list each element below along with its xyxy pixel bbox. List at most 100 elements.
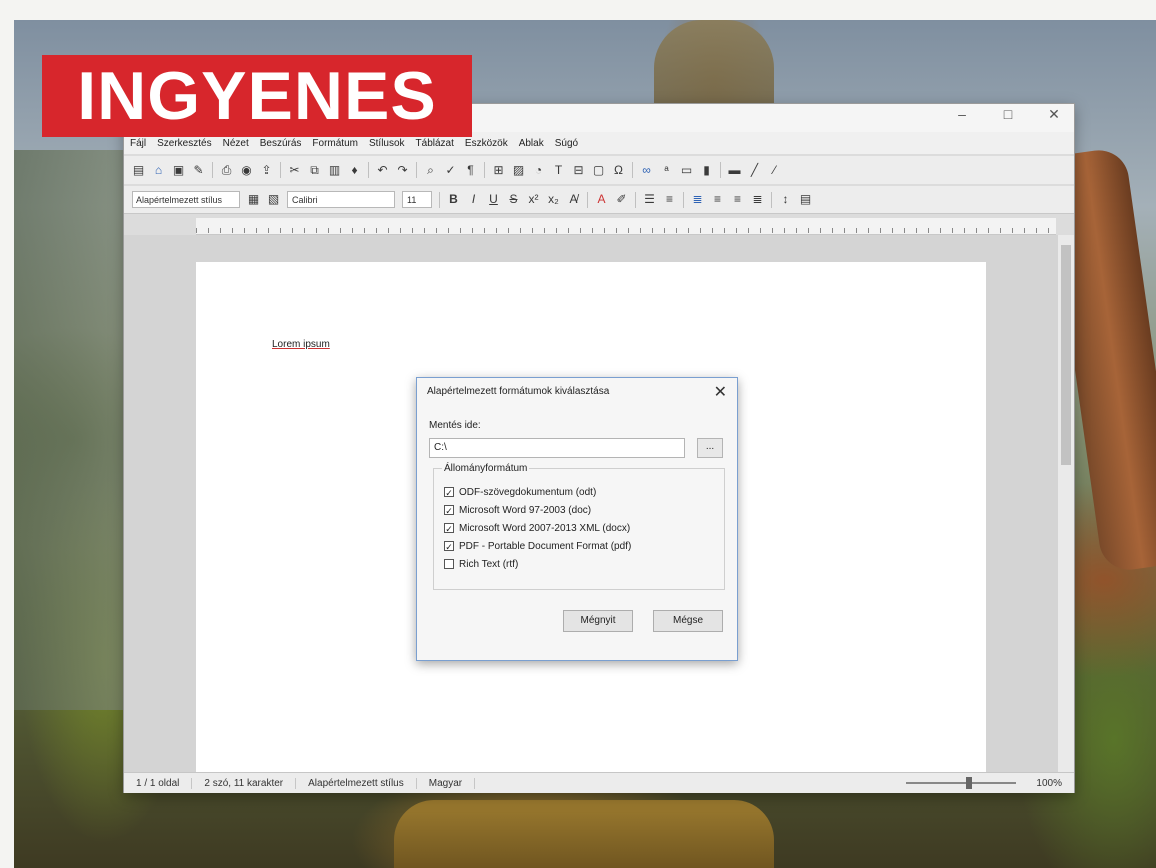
scrollbar-thumb[interactable] <box>1061 245 1071 465</box>
minimize-button[interactable]: – <box>948 106 976 123</box>
cancel-button[interactable]: Mégse <box>653 610 723 632</box>
special-character-icon[interactable]: Ω <box>612 163 625 177</box>
toolbar-separator <box>683 191 684 208</box>
align-right-icon[interactable]: ≡ <box>731 193 744 206</box>
checkbox-odt[interactable]: ✓ <box>444 487 454 498</box>
bold-icon[interactable]: B <box>447 193 460 206</box>
checkbox-docx[interactable]: ✓ <box>444 523 454 534</box>
clone-formatting-icon[interactable]: ♦ <box>348 163 361 177</box>
browse-button[interactable]: ... <box>697 438 723 458</box>
new-style-icon[interactable]: ▧ <box>267 193 280 206</box>
menu-view[interactable]: Nézet <box>223 138 249 149</box>
toolbar-separator <box>212 162 213 178</box>
numbering-icon[interactable]: ≡ <box>663 193 676 206</box>
wallpaper-cliff <box>14 150 124 710</box>
paste-icon[interactable]: ▥ <box>328 163 341 177</box>
font-name-select[interactable]: Calibri <box>287 191 395 208</box>
insert-table-icon[interactable]: ⊞ <box>492 163 505 177</box>
bullets-icon[interactable]: ☰ <box>643 193 656 206</box>
insert-image-icon[interactable]: ▨ <box>512 163 525 177</box>
draw-line-icon[interactable]: ⁄ <box>768 163 781 177</box>
maximize-button[interactable]: □ <box>994 106 1022 123</box>
close-button[interactable]: ✕ <box>1040 106 1068 123</box>
footnote-icon[interactable]: ᵃ <box>660 163 673 177</box>
format-option-odt[interactable]: ✓ ODF-szövegdokumentum (odt) <box>444 483 631 501</box>
dialog-close-button[interactable]: ✕ <box>714 382 727 402</box>
ok-button[interactable]: Mégnyit <box>563 610 633 632</box>
new-document-icon[interactable]: ▤ <box>132 163 145 177</box>
format-option-pdf[interactable]: ✓ PDF - Portable Document Format (pdf) <box>444 537 631 555</box>
document-text[interactable]: Lorem ipsum <box>272 339 330 350</box>
menu-window[interactable]: Ablak <box>519 138 544 149</box>
checkbox-rtf[interactable] <box>444 559 454 569</box>
checkbox-doc[interactable]: ✓ <box>444 505 454 516</box>
insert-page-break-icon[interactable]: ⊟ <box>572 163 585 177</box>
strikethrough-icon[interactable]: S <box>507 193 520 206</box>
find-replace-icon[interactable]: ⌕ <box>424 163 437 177</box>
insert-field-icon[interactable]: ▢ <box>592 163 605 177</box>
zoom-slider[interactable] <box>906 777 1017 789</box>
italic-icon[interactable]: I <box>467 193 480 206</box>
file-format-group: Állományformátum ✓ ODF-szövegdokumentum … <box>433 463 725 590</box>
justify-icon[interactable]: ≣ <box>751 193 764 206</box>
comment-icon[interactable]: ▭ <box>680 163 693 177</box>
status-zoom[interactable]: 100% <box>1024 778 1074 789</box>
standard-toolbar: ▤ ⌂ ▣ ✎ ⎙ ◉ ⇪ ✂ ⧉ ▥ ♦ ↶ ↷ ⌕ ✓ ¶ ⊞ ▨ ◔ T … <box>124 156 1074 184</box>
edit-icon[interactable]: ✎ <box>192 163 205 177</box>
menu-help[interactable]: Súgó <box>555 138 578 149</box>
superscript-icon[interactable]: x² <box>527 193 540 206</box>
line-spacing-icon[interactable]: ↕ <box>779 193 792 206</box>
print-preview-icon[interactable]: ◉ <box>240 163 253 177</box>
undo-icon[interactable]: ↶ <box>376 163 389 177</box>
formatting-marks-icon[interactable]: ¶ <box>464 163 477 177</box>
menu-insert[interactable]: Beszúrás <box>260 138 302 149</box>
print-icon[interactable]: ⎙ <box>220 163 233 177</box>
format-option-doc[interactable]: ✓ Microsoft Word 97-2003 (doc) <box>444 501 631 519</box>
spelling-icon[interactable]: ✓ <box>444 163 457 177</box>
update-style-icon[interactable]: ▦ <box>247 193 260 206</box>
underline-icon[interactable]: U <box>487 193 500 206</box>
paragraph-style-select[interactable]: Alapértelmezett stílus <box>132 191 240 208</box>
menu-tools[interactable]: Eszközök <box>465 138 508 149</box>
menu-file[interactable]: Fájl <box>130 138 146 149</box>
line-icon[interactable]: ╱ <box>748 163 761 177</box>
toolbar-separator <box>720 162 721 178</box>
align-left-icon[interactable]: ≣ <box>691 193 704 206</box>
open-icon[interactable]: ⌂ <box>152 163 165 177</box>
cut-icon[interactable]: ✂ <box>288 163 301 177</box>
toolbar-separator <box>280 162 281 178</box>
toolbar-separator <box>632 162 633 178</box>
save-icon[interactable]: ▣ <box>172 163 185 177</box>
align-center-icon[interactable]: ≡ <box>711 193 724 206</box>
format-option-rtf[interactable]: Rich Text (rtf) <box>444 555 631 573</box>
insert-chart-icon[interactable]: ◔ <box>532 163 545 177</box>
font-size-select[interactable]: 11 <box>402 191 432 208</box>
paragraph-settings-icon[interactable]: ▤ <box>799 193 812 206</box>
toolbar-separator <box>416 162 417 178</box>
vertical-scrollbar[interactable] <box>1058 235 1074 772</box>
highlight-icon[interactable]: ✐ <box>615 193 628 206</box>
menu-table[interactable]: Táblázat <box>416 138 454 149</box>
track-changes-icon[interactable]: ▬ <box>728 163 741 177</box>
insert-textbox-icon[interactable]: T <box>552 163 565 177</box>
font-color-icon[interactable]: A <box>595 193 608 206</box>
menu-styles[interactable]: Stílusok <box>369 138 405 149</box>
redo-icon[interactable]: ↷ <box>396 163 409 177</box>
hyperlink-icon[interactable]: ∞ <box>640 163 653 177</box>
menu-edit[interactable]: Szerkesztés <box>157 138 211 149</box>
bookmark-icon[interactable]: ▮ <box>700 163 713 177</box>
format-option-docx[interactable]: ✓ Microsoft Word 2007-2013 XML (docx) <box>444 519 631 537</box>
copy-icon[interactable]: ⧉ <box>308 163 321 177</box>
checkbox-pdf[interactable]: ✓ <box>444 541 454 552</box>
subscript-icon[interactable]: x₂ <box>547 193 560 206</box>
horizontal-ruler[interactable] <box>196 218 1056 235</box>
format-label: PDF - Portable Document Format (pdf) <box>459 540 632 552</box>
zoom-slider-knob[interactable] <box>966 777 973 789</box>
clear-formatting-icon[interactable]: A̸ <box>567 193 580 206</box>
export-pdf-icon[interactable]: ⇪ <box>260 163 273 177</box>
status-language[interactable]: Magyar <box>417 777 476 789</box>
dialog-title: Alapértelmezett formátumok kiválasztása <box>427 386 610 397</box>
toolbar-separator <box>771 191 772 208</box>
save-location-input[interactable]: C:\ <box>429 438 685 458</box>
menu-format[interactable]: Formátum <box>312 138 358 149</box>
